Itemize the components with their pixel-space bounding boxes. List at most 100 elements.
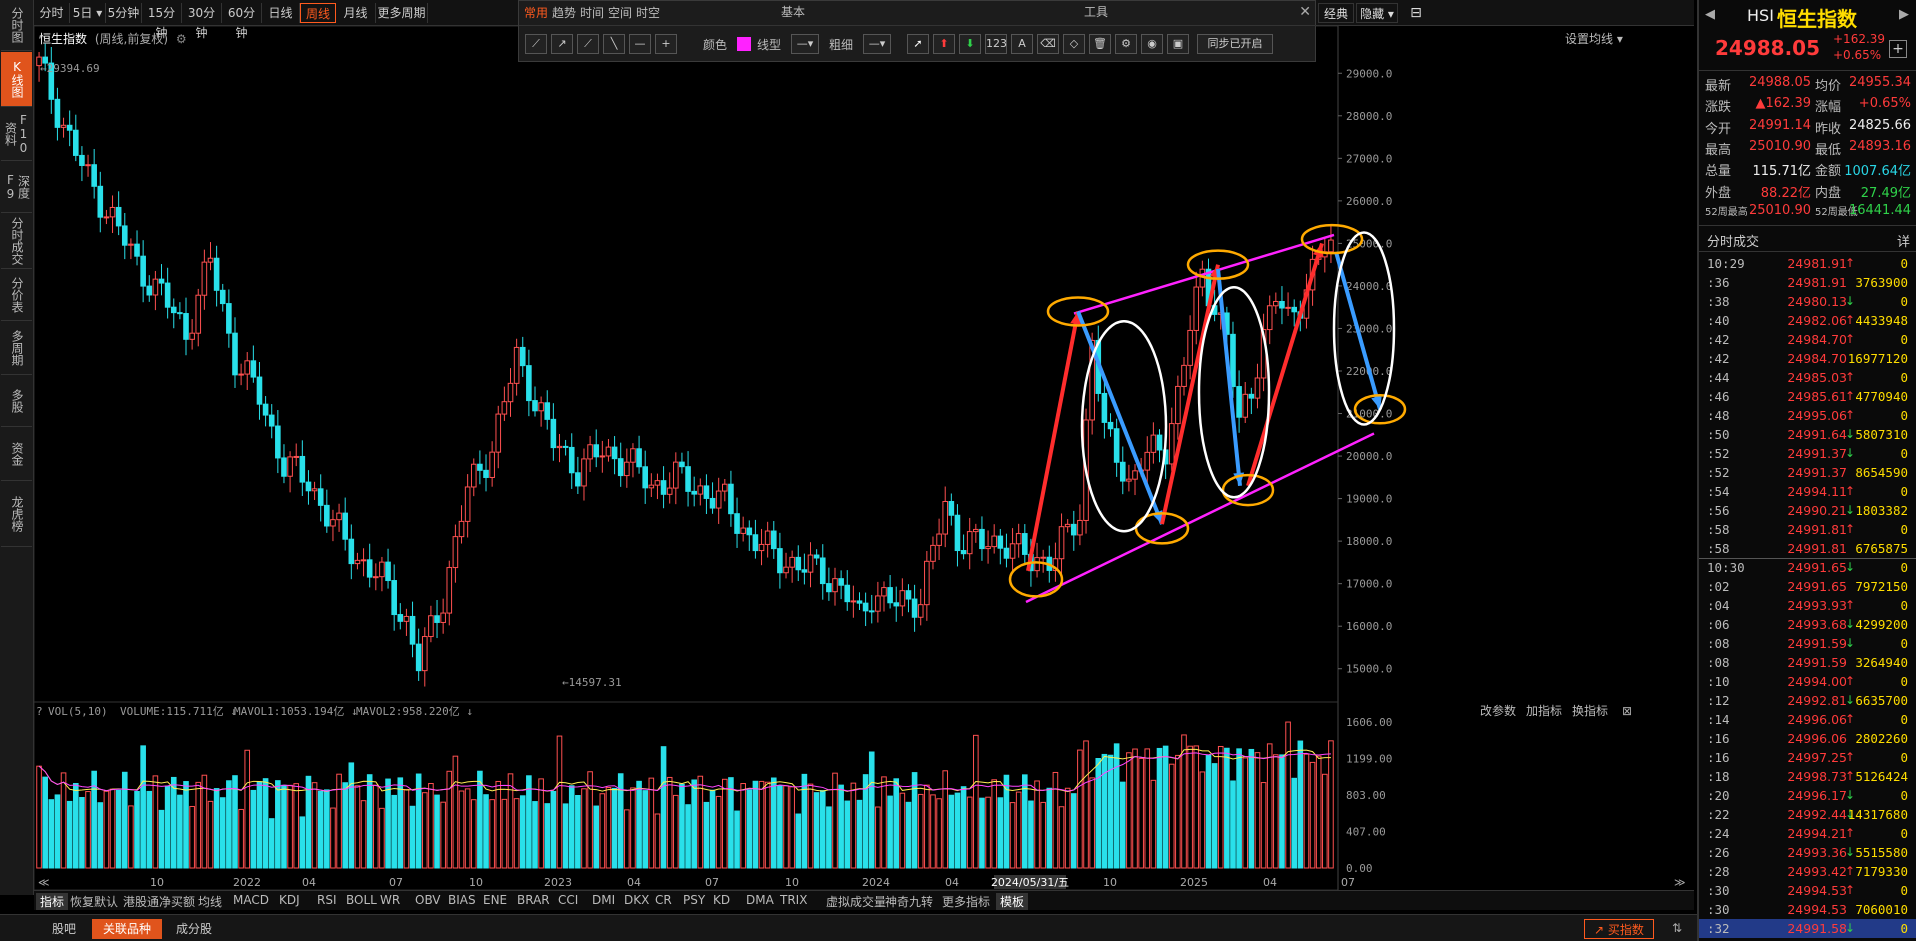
draw-tab-2[interactable]: 时间 [580,4,604,21]
ticks-detail-button[interactable]: 详 [1897,231,1910,250]
text-icon[interactable]: A [1011,34,1033,54]
gear-icon[interactable]: ⚙ [176,32,187,46]
indicator-tab-20[interactable]: TRIX [780,893,807,907]
buy-index-button[interactable]: ↗ 买指数 [1584,919,1654,939]
color-swatch[interactable] [737,37,751,51]
candle-body [79,154,85,166]
toolbar-yincang-button[interactable]: 隐藏 ▾ [1356,3,1398,23]
period-2[interactable]: 5分钟 [106,3,142,23]
indicator-tab-4[interactable]: MACD [233,893,269,907]
period-9[interactable]: 更多周期 [376,3,428,23]
indicator-tab-18[interactable]: KD [713,893,730,907]
draw-tab-3[interactable]: 空间 [608,4,632,21]
indicator-tab-12[interactable]: BRAR [517,893,550,907]
left-tab-8[interactable]: 资金 [1,428,32,481]
indicator-tab-0[interactable]: 指标 [36,893,69,910]
indicator-tab-13[interactable]: CCI [558,893,578,907]
thickness-select[interactable]: —▾ [863,34,891,54]
bottom-tab-0[interactable]: 股吧 [38,919,90,939]
left-tab-6[interactable]: 多周期 [1,322,32,375]
linetype-select[interactable]: —▾ [791,34,819,54]
y-tick-label: 23000.0 [1346,322,1392,335]
toolbar-jingdian-button[interactable]: 经典 [1318,3,1354,23]
cursor-icon[interactable]: ➚ [907,34,929,54]
indicator-tab-9[interactable]: OBV [415,893,441,907]
line-tool-4[interactable]: ╲ [603,34,625,54]
kline-chart[interactable]: 15000.0 16000.0 17000.0 18000.0 19000.0 20000… [33,0,1694,895]
tick-row: :12 24992.81 ↓ 6635700 [1707,693,1908,708]
period-0[interactable]: 分时 [34,3,70,23]
menu-icon[interactable]: ⊟ [1404,3,1428,23]
gear-icon[interactable]: ⚙ [1115,34,1137,54]
indicator-tab-15[interactable]: DKX [624,893,649,907]
period-6[interactable]: 日线 [262,3,300,23]
indicator-tab-23[interactable]: 更多指标 [942,893,990,910]
draw-tab-1[interactable]: 趋势 [552,4,576,21]
left-tab-3[interactable]: 深度F9 [1,162,32,213]
expand-icon[interactable]: ⇅ [1672,921,1682,935]
indicator-tab-22[interactable]: 神奇九转 [885,893,933,910]
eye-icon[interactable]: ◉ [1141,34,1163,54]
line-tool-2[interactable]: ↗ [551,34,573,54]
hline-tool[interactable]: — [629,34,651,54]
volume-bar [1236,748,1242,869]
indicator-tab-10[interactable]: BIAS [448,893,476,907]
period-5[interactable]: 60分钟 [222,3,262,40]
indicator-tab-14[interactable]: DMI [592,893,615,907]
candle-body [948,501,955,516]
indicator-tab-17[interactable]: PSY [683,893,705,907]
bottom-tab-2[interactable]: 成分股 [168,919,220,939]
up-arrow-icon[interactable]: ⬆ [933,34,955,54]
left-tab-9[interactable]: 龙虎榜 [1,482,32,547]
period-7[interactable]: 周线 [300,3,336,23]
next-icon[interactable]: ▶ [1899,7,1909,22]
left-tab-5[interactable]: 分价表 [1,270,32,321]
count-icon[interactable]: 123 [985,34,1007,54]
indicator-tab-6[interactable]: RSI [317,893,337,907]
bottom-tab-1[interactable]: 关联品种 [92,919,162,939]
candle-body [568,446,575,474]
indicator-tab-21[interactable]: 虚拟成交量 [826,893,886,910]
line-tool-1[interactable]: ⟋ [525,34,547,54]
period-1[interactable]: 5日 ▾ [70,3,106,23]
indicator-tab-2[interactable]: 港股通净买额 [123,893,195,910]
left-tab-1[interactable]: K线图 [1,52,32,107]
line-tool-3[interactable]: ⟋ [577,34,599,54]
period-4[interactable]: 30分钟 [182,3,222,40]
add-icon[interactable]: + [1889,40,1907,58]
indicator-tab-3[interactable]: 均线 [198,893,222,910]
y-tick-label: 15000.0 [1346,663,1392,676]
qvalue-0-b: 24955.34 [1848,75,1911,90]
indicator-tab-7[interactable]: BOLL [346,893,377,907]
up-arrow-icon: ↑ [1845,883,1856,897]
candle-body [1107,421,1114,430]
period-8[interactable]: 月线 [336,3,376,23]
indicator-tab-16[interactable]: CR [655,893,672,907]
left-tab-4[interactable]: 分时成交 [1,214,32,269]
main-chart-area[interactable]: 15000.0 16000.0 17000.0 18000.0 19000.0 20000… [33,0,1694,895]
eraser2-icon[interactable]: ◇ [1063,34,1085,54]
left-tab-0[interactable]: 分时图 [1,0,32,51]
eraser-icon[interactable]: ⌫ [1037,34,1059,54]
draw-tab-0[interactable]: 常用 [524,4,548,21]
close-icon[interactable]: ✕ [1299,4,1311,20]
trash-icon[interactable]: 🗑 [1089,34,1111,54]
draw-tab-4[interactable]: 时空 [636,4,660,21]
indicator-tab-11[interactable]: ENE [483,893,507,907]
period-3[interactable]: 15分钟 [142,3,182,40]
left-tab-7[interactable]: 多股 [1,376,32,427]
indicator-tab-8[interactable]: WR [380,893,400,907]
indicator-tab-19[interactable]: DMA [746,893,774,907]
screenshot-icon[interactable]: ▣ [1167,34,1189,54]
prev-icon[interactable]: ◀ [1705,7,1715,22]
down-arrow-icon[interactable]: ⬇ [959,34,981,54]
indicator-tab-24[interactable]: 模板 [996,893,1029,910]
sync-button[interactable]: 同步已开启 [1197,34,1273,54]
set-ma-button[interactable]: 设置均线 ▾ [1565,30,1623,47]
down-arrow-icon: ↓ [1845,617,1856,631]
indicator-tab-1[interactable]: 恢复默认 [70,893,118,910]
linetype-label: 线型 [757,38,782,52]
cross-tool[interactable]: + [655,34,677,54]
indicator-tab-5[interactable]: KDJ [279,893,300,907]
left-tab-2[interactable]: F10资料 [1,108,32,161]
